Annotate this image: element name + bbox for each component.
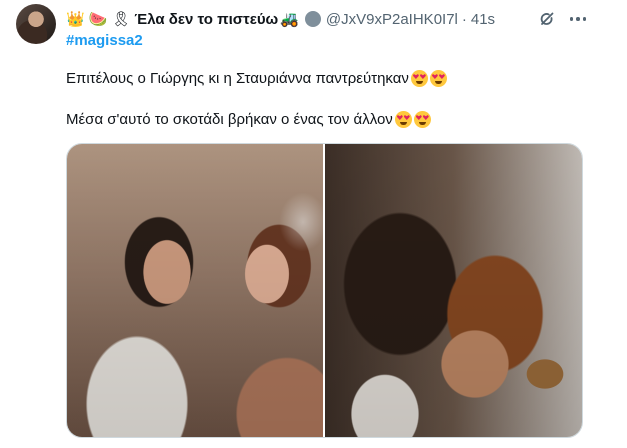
more-icon[interactable] [567,8,589,30]
tweet-text-line-2: Μέσα σ'αυτό το σκοτάδι βρήκαν ο ένας τον… [66,111,431,128]
photo-embrace[interactable] [67,144,323,437]
display-name[interactable]: Έλα δεν το πιστεύω [134,11,278,28]
tweet: 👑 🍉 🎗 Έλα δεν το πιστεύω 🚜 @JxV9xP2aIHK0… [0,0,627,448]
separator-dot: · [461,10,467,28]
avatar[interactable] [16,4,56,44]
photo-kiss[interactable] [325,144,582,437]
heart-eyes-icon [429,70,447,87]
media-grid [66,143,583,438]
user-handle[interactable]: @JxV9xP2aIHK0I7l [326,11,458,28]
crown-emoji: 👑 [66,9,85,28]
grok-icon[interactable] [537,9,557,29]
hashtag-link[interactable]: #magissa2 [66,32,143,49]
heart-eyes-icon [394,111,412,128]
tweet-text: Επιτέλους ο Γιώργης κι η Σταυριάννα παντ… [66,70,409,87]
tweet-header: 👑 🍉 🎗 Έλα δεν το πιστεύω 🚜 @JxV9xP2aIHK0… [66,8,495,30]
tweet-text: Μέσα σ'αυτό το σκοτάδι βρήκαν ο ένας τον… [66,111,393,128]
watermelon-emoji: 🍉 [88,9,108,28]
heart-eyes-icon [413,111,431,128]
ribbon-emoji: 🎗 [111,9,131,28]
tractor-emoji: 🚜 [280,9,299,28]
heart-eyes-icon [410,70,428,87]
verified-badge-icon [304,11,321,27]
tweet-text-line-1: Επιτέλους ο Γιώργης κι η Σταυριάννα παντ… [66,70,447,87]
tweet-timestamp[interactable]: 41s [471,11,495,28]
